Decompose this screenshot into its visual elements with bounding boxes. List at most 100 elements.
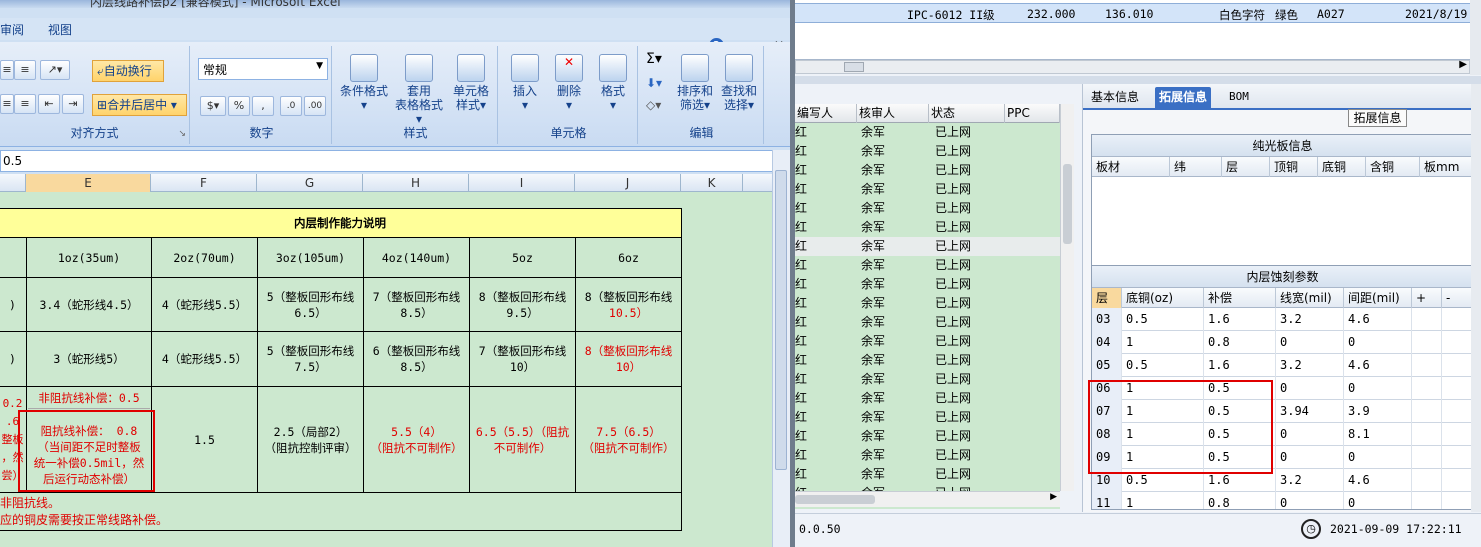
align-middle-icon[interactable]: ≡: [14, 60, 36, 80]
list-item[interactable]: 红 余军 已上网: [795, 256, 1060, 275]
tab-review[interactable]: 审阅: [0, 21, 24, 38]
etch-col-width[interactable]: 线宽(mil): [1276, 288, 1344, 308]
panel-scrollbar[interactable]: [1471, 84, 1481, 512]
list-item[interactable]: 红 余军 已上网: [795, 218, 1060, 237]
table-row[interactable]: 09 1 0.5 0 0: [1092, 446, 1473, 469]
plate-col-layer[interactable]: 层: [1222, 157, 1270, 177]
list-item[interactable]: 红 余军 已上网: [795, 237, 1060, 256]
cell-r1-d[interactable]: ): [0, 277, 27, 332]
column-header-d[interactable]: [0, 174, 26, 192]
selected-row[interactable]: IPC-6012 II级 232.000 136.010 白色字符 绿色 A02…: [795, 3, 1470, 23]
plate-col-top-copper[interactable]: 顶铜: [1270, 157, 1318, 177]
cell-r3-h[interactable]: 5.5（4） （阻抗不可制作）: [363, 386, 470, 493]
table-row[interactable]: 10 0.5 1.6 3.2 4.6: [1092, 469, 1473, 492]
tab-extended-info[interactable]: 拓展信息: [1155, 87, 1212, 109]
list-item[interactable]: 红 余军 已上网: [795, 275, 1060, 294]
dialog-launcher-icon[interactable]: ↘: [178, 129, 186, 139]
cell-r1-j[interactable]: 8（整板回形布线 10.5）: [575, 277, 682, 332]
list-horizontal-scrollbar[interactable]: ▶: [795, 491, 1060, 507]
table-row[interactable]: 07 1 0.5 3.94 3.9: [1092, 400, 1473, 423]
table-row[interactable]: 03 0.5 1.6 3.2 4.6: [1092, 308, 1473, 331]
column-header-k[interactable]: K: [681, 174, 743, 192]
scroll-thumb[interactable]: [844, 62, 864, 72]
increase-decimal-icon[interactable]: .0: [280, 96, 302, 116]
column-header-e[interactable]: E: [26, 174, 151, 192]
header-4oz[interactable]: 4oz(140um): [363, 237, 470, 278]
list-item[interactable]: 红 余军 已上网: [795, 332, 1060, 351]
list-item[interactable]: 红 余军 已上网: [795, 313, 1060, 332]
list-item[interactable]: 红 余军 已上网: [795, 199, 1060, 218]
tab-basic-info[interactable]: 基本信息: [1087, 87, 1143, 109]
cell-r2-i[interactable]: 7（整板回形布线 10）: [469, 331, 576, 387]
table-row[interactable]: 06 1 0.5 0 0: [1092, 377, 1473, 400]
scroll-right-icon[interactable]: ▶: [1050, 492, 1057, 502]
list-item[interactable]: 红 余军 已上网: [795, 161, 1060, 180]
decrease-decimal-icon[interactable]: .00: [304, 96, 326, 116]
cell-r3-g[interactable]: 2.5（局部2） （阻抗控制评审）: [257, 386, 364, 493]
top-horizontal-scrollbar[interactable]: ▶: [795, 59, 1470, 74]
table-row[interactable]: 08 1 0.5 0 8.1: [1092, 423, 1473, 446]
plate-col-bottom-copper[interactable]: 底铜: [1318, 157, 1366, 177]
align-left-icon[interactable]: ≡: [0, 94, 14, 114]
number-format-select[interactable]: 常规 ▼: [198, 58, 328, 80]
scroll-right-icon[interactable]: ▶: [1459, 59, 1467, 70]
list-header-reviewer[interactable]: 核审人: [857, 104, 929, 123]
cell-r2-e[interactable]: 3（蛇形线5）: [26, 331, 152, 387]
insert-button[interactable]: 插入 ▾: [504, 54, 546, 112]
etch-col-compensation[interactable]: 补偿: [1204, 288, 1276, 308]
format-button[interactable]: 格式 ▾: [592, 54, 634, 112]
scroll-thumb[interactable]: [775, 170, 787, 470]
align-top-icon[interactable]: ≡: [0, 60, 14, 80]
tab-bom[interactable]: BOM: [1225, 87, 1253, 109]
list-header-writer[interactable]: 编写人: [795, 104, 857, 123]
list-item[interactable]: 红 余军 已上网: [795, 370, 1060, 389]
header-5oz[interactable]: 5oz: [469, 237, 576, 278]
plate-col-thickness[interactable]: 板mm: [1420, 157, 1475, 177]
cell-r2-j[interactable]: 8（整板回形布线 10）: [575, 331, 682, 387]
plate-col-copper[interactable]: 含铜: [1366, 157, 1420, 177]
plate-col-weft[interactable]: 纬: [1170, 157, 1222, 177]
list-item[interactable]: 红 余军 已上网: [795, 294, 1060, 313]
etch-col-spacing[interactable]: 间距(mil): [1344, 288, 1412, 308]
list-item[interactable]: 红 余军 已上网: [795, 446, 1060, 465]
find-select-button[interactable]: 查找和 选择▾: [718, 54, 760, 112]
header-2oz[interactable]: 2oz(70um): [151, 237, 258, 278]
worksheet[interactable]: 内层制作能力说明 1oz(35um) 2oz(70um) 3oz(105um) …: [0, 192, 772, 547]
table-row[interactable]: 04 1 0.8 0 0: [1092, 331, 1473, 354]
wrap-text-button[interactable]: ⤶自动换行: [92, 60, 164, 82]
sheet-title[interactable]: 内层制作能力说明: [0, 208, 682, 238]
header-cell-d[interactable]: [0, 237, 27, 278]
merge-center-button[interactable]: ⊞合并后居中 ▾: [92, 94, 187, 116]
list-vertical-scrollbar[interactable]: [1060, 104, 1074, 491]
increase-indent-icon[interactable]: ⇥: [62, 94, 84, 114]
cell-r1-e[interactable]: 3.4（蛇形线4.5）: [26, 277, 152, 332]
header-6oz[interactable]: 6oz: [575, 237, 682, 278]
header-3oz[interactable]: 3oz(105um): [257, 237, 364, 278]
list-item[interactable]: 红 余军 已上网: [795, 180, 1060, 199]
list-item[interactable]: 红 余军 已上网: [795, 465, 1060, 484]
sort-filter-button[interactable]: 排序和 筛选▾: [674, 54, 716, 112]
top-vertical-scrollbar[interactable]: [1470, 0, 1481, 75]
column-header-g[interactable]: G: [257, 174, 363, 192]
list-header-ppc[interactable]: PPC: [1005, 104, 1060, 123]
percent-icon[interactable]: %: [228, 96, 250, 116]
cell-styles-button[interactable]: 单元格 样式▾: [446, 54, 496, 112]
extended-info-button[interactable]: 拓展信息: [1348, 109, 1407, 127]
currency-icon[interactable]: $▾: [200, 96, 226, 116]
decrease-indent-icon[interactable]: ⇤: [38, 94, 60, 114]
cell-r3-i[interactable]: 6.5（5.5）（阻抗 不可制作）: [469, 386, 576, 493]
autosum-icon[interactable]: Σ▾: [646, 52, 662, 66]
cell-r2-f[interactable]: 4（蛇形线5.5）: [151, 331, 258, 387]
list-item[interactable]: 红 余军 已上网: [795, 427, 1060, 446]
cell-r3-j[interactable]: 7.5（6.5） （阻抗不可制作）: [575, 386, 682, 493]
delete-button[interactable]: ✕ 删除 ▾: [548, 54, 590, 112]
list-item[interactable]: 红 余军 已上网: [795, 351, 1060, 370]
etch-col-minus[interactable]: -: [1442, 288, 1473, 308]
list-item[interactable]: 红 余军 已上网: [795, 408, 1060, 427]
header-1oz[interactable]: 1oz(35um): [26, 237, 152, 278]
cell-r2-d[interactable]: ): [0, 331, 27, 387]
list-item[interactable]: 红 余军 已上网: [795, 123, 1060, 142]
etch-col-layer[interactable]: 层: [1092, 288, 1122, 308]
table-row[interactable]: 11 1 0.8 0 0: [1092, 492, 1473, 509]
cell-r1-g[interactable]: 5（整板回形布线 6.5）: [257, 277, 364, 332]
